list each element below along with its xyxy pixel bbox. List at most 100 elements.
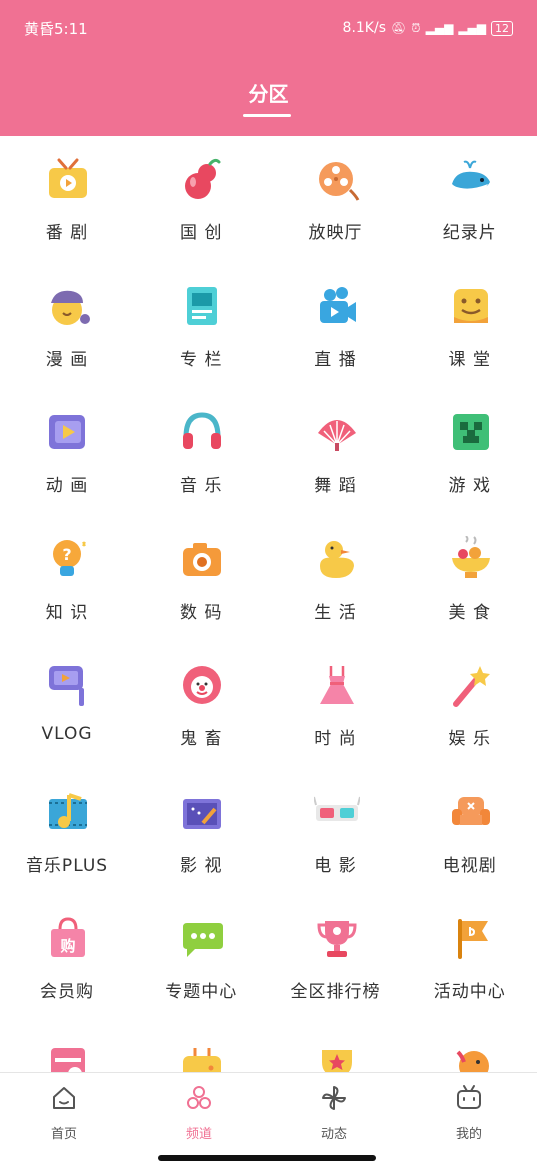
tab-label: 动态 bbox=[320, 1127, 347, 1142]
category-tile[interactable]: 放映厅 bbox=[269, 136, 403, 262]
beret-character-icon bbox=[51, 290, 90, 325]
signal-icon: ▂▄▆ bbox=[425, 21, 454, 35]
category-tile[interactable]: 娱 乐 bbox=[403, 642, 537, 768]
category-tile[interactable]: 音乐PLUS bbox=[0, 769, 134, 895]
signal-icon: ▂▄▆ bbox=[458, 21, 486, 35]
category-tile[interactable]: 直 播 bbox=[269, 263, 403, 389]
category-tile[interactable]: 课 堂 bbox=[403, 263, 537, 389]
svg-text:购: 购 bbox=[60, 937, 75, 955]
cup-star-icon bbox=[321, 1049, 352, 1072]
category-tile[interactable]: 电视剧 bbox=[403, 769, 537, 895]
category-tile[interactable] bbox=[403, 1022, 537, 1072]
category-label: 活动中心 bbox=[433, 982, 506, 1002]
selfie-stick-icon bbox=[49, 666, 84, 706]
category-label: 游 戏 bbox=[448, 476, 491, 496]
category-tile[interactable]: 数 码 bbox=[134, 516, 268, 642]
category-label: 数 码 bbox=[180, 602, 223, 623]
home-icon bbox=[53, 1087, 75, 1109]
status-time: 黄昏5:11 bbox=[24, 19, 88, 38]
category-tile[interactable]: 游 戏 bbox=[403, 389, 537, 515]
magic-wand-icon bbox=[452, 666, 490, 707]
clown-icon bbox=[183, 666, 222, 704]
category-label: 电 影 bbox=[314, 855, 357, 876]
category-label: 番 剧 bbox=[45, 223, 89, 243]
category-tile[interactable]: 舞 蹈 bbox=[269, 389, 403, 515]
category-label: 放映厅 bbox=[308, 223, 363, 243]
category-tile[interactable]: 音 乐 bbox=[134, 389, 268, 515]
category-label: 娱 乐 bbox=[448, 729, 491, 749]
tab-label: 频道 bbox=[185, 1127, 212, 1142]
category-tile[interactable]: 纪录片 bbox=[403, 136, 537, 262]
category-label: 专 栏 bbox=[180, 349, 223, 370]
category-tile[interactable]: 全区排行榜 bbox=[269, 895, 403, 1021]
smiley-card-icon bbox=[453, 288, 488, 323]
category-label: 会员购 bbox=[40, 982, 94, 1002]
bird-icon bbox=[456, 1050, 489, 1072]
category-label: 动 画 bbox=[45, 476, 89, 496]
category-tile[interactable]: 动 画 bbox=[0, 389, 134, 515]
tab-label: 我的 bbox=[455, 1127, 482, 1142]
tv-icon bbox=[49, 158, 87, 198]
status-bar: 黄昏5:11 8.1K/s 🔕︎ ⏰︎ ▂▄▆ ▂▄▆ 12 bbox=[24, 18, 513, 38]
tv-face-icon bbox=[457, 1085, 481, 1109]
article-icon bbox=[187, 286, 218, 325]
camera-icon bbox=[183, 542, 222, 576]
category-label: 电视剧 bbox=[442, 855, 497, 876]
category-tile[interactable]: 鬼 畜 bbox=[134, 642, 268, 768]
category-tile[interactable]: VLOG bbox=[0, 642, 134, 768]
category-tile[interactable] bbox=[269, 1022, 403, 1072]
category-tile[interactable] bbox=[0, 1022, 134, 1072]
category-grid: 番 剧 国 创 放映厅 纪录片漫 画 专 栏 直 播 课 堂动 画 音 乐 舞 蹈 游 戏? 知 识… bbox=[0, 136, 537, 1072]
play-square-icon bbox=[49, 415, 85, 449]
duck-icon bbox=[319, 540, 354, 578]
chat-bubble-icon bbox=[183, 923, 224, 957]
tab-mine[interactable]: 我的 bbox=[434, 1083, 504, 1142]
tab-dynamic[interactable]: 动态 bbox=[299, 1083, 369, 1142]
food-bowl-icon bbox=[451, 535, 490, 578]
alarm-icon: ⏰︎ bbox=[411, 20, 421, 35]
category-tile[interactable]: 活动中心 bbox=[403, 895, 537, 1021]
category-label: 全区排行榜 bbox=[290, 982, 381, 1002]
clapperboard-icon bbox=[183, 798, 222, 829]
category-tile[interactable]: ? 知 识 bbox=[0, 516, 134, 642]
gourd-icon bbox=[185, 158, 221, 199]
dress-icon bbox=[319, 666, 354, 704]
category-tile[interactable]: 美 食 bbox=[403, 516, 537, 642]
category-label: 知 识 bbox=[45, 602, 89, 623]
video-camera-icon bbox=[319, 286, 356, 323]
channel-icon bbox=[187, 1086, 211, 1109]
tab-label: 首页 bbox=[50, 1127, 77, 1142]
category-tile[interactable]: 专 栏 bbox=[134, 263, 268, 389]
category-tile[interactable]: 漫 画 bbox=[0, 263, 134, 389]
category-label: 音 乐 bbox=[180, 476, 223, 496]
category-tile[interactable]: 影 视 bbox=[134, 769, 268, 895]
category-tile[interactable]: 购会员购 bbox=[0, 895, 134, 1021]
category-tile[interactable]: 国 创 bbox=[134, 136, 268, 262]
sofa-icon bbox=[451, 796, 490, 825]
category-label: 时 尚 bbox=[314, 729, 357, 749]
category-tile[interactable]: 专题中心 bbox=[134, 895, 268, 1021]
svg-text:?: ? bbox=[62, 545, 71, 564]
calendar-icon bbox=[51, 1047, 85, 1072]
category-label: 舞 蹈 bbox=[314, 476, 357, 496]
music-note-icon bbox=[49, 792, 87, 829]
page-title: 分区 bbox=[248, 82, 289, 106]
category-label: 音乐PLUS bbox=[25, 855, 109, 876]
tab-home[interactable]: 首页 bbox=[29, 1083, 99, 1142]
category-tile[interactable] bbox=[134, 1022, 268, 1072]
shopping-bag-icon: 购 bbox=[51, 917, 85, 957]
tab-channel[interactable]: 频道 bbox=[164, 1083, 234, 1142]
category-label: 影 视 bbox=[180, 855, 223, 876]
pinwheel-icon bbox=[322, 1086, 346, 1110]
category-tile[interactable]: 生 活 bbox=[269, 516, 403, 642]
category-tile[interactable]: 电 影 bbox=[269, 769, 403, 895]
category-tile[interactable]: 时 尚 bbox=[269, 642, 403, 768]
category-label: VLOG bbox=[41, 724, 93, 744]
category-label: 美 食 bbox=[448, 602, 491, 623]
3d-glasses-icon bbox=[313, 796, 360, 821]
title-underline bbox=[243, 114, 291, 117]
category-label: 纪录片 bbox=[442, 223, 497, 243]
category-tile[interactable]: 番 剧 bbox=[0, 136, 134, 262]
headphones-icon bbox=[183, 412, 222, 449]
category-label: 课 堂 bbox=[448, 349, 491, 370]
